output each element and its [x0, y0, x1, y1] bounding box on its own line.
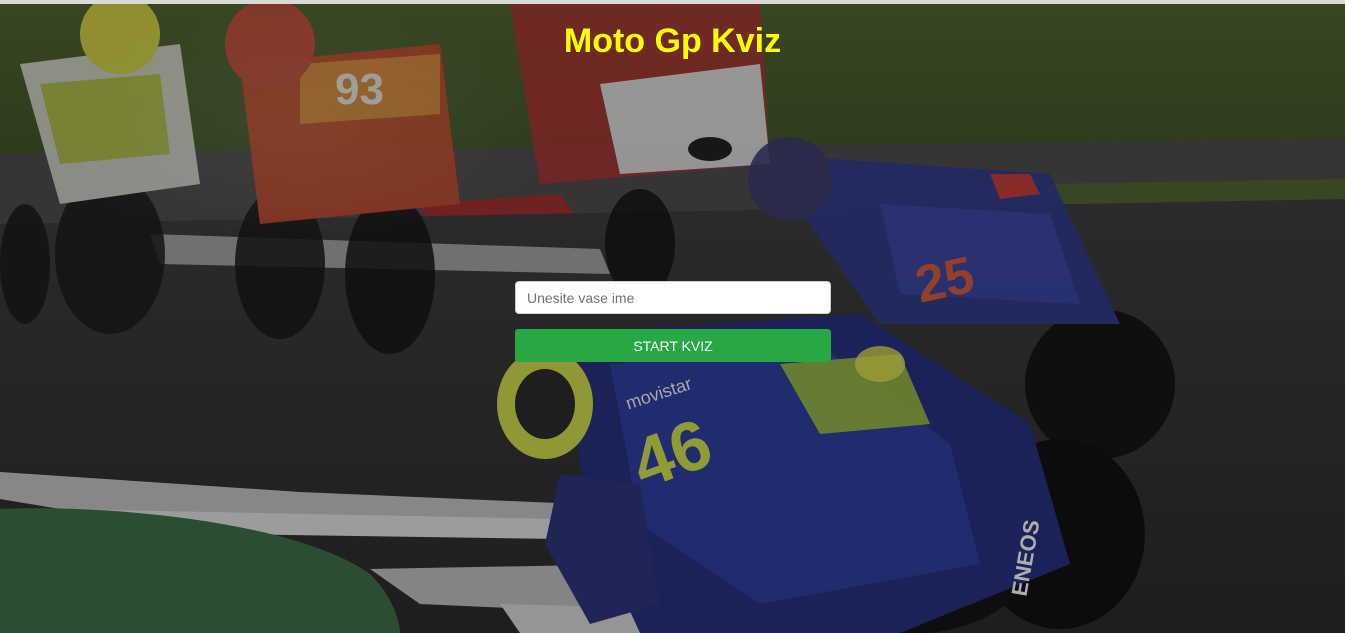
quiz-start-page: 93 25 46 movistar ENEOS Moto Gp Kviz Une…	[0, 0, 1345, 633]
name-input[interactable]	[515, 281, 831, 314]
start-quiz-button[interactable]: START KVIZ	[515, 329, 831, 362]
background-overlay	[0, 4, 1345, 633]
browser-top-edge	[0, 0, 1345, 4]
page-title: Moto Gp Kviz	[563, 22, 782, 60]
